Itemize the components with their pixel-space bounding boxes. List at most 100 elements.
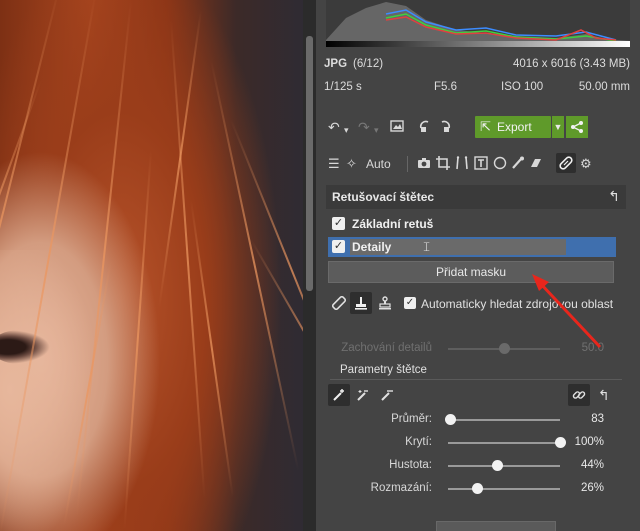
detail-preservation-label: Zachování detailů <box>341 342 432 354</box>
eraser-icon[interactable] <box>331 295 347 313</box>
slider-value: 26% <box>580 482 604 494</box>
slider-track[interactable] <box>448 488 560 490</box>
slider-value: 83 <box>591 413 604 425</box>
add-mask-button[interactable]: Přidat masku <box>328 261 614 283</box>
brush-types-row: ↰ <box>326 384 626 408</box>
text-tool-icon[interactable] <box>474 156 488 173</box>
redo-dropdown-icon[interactable]: ▾ <box>374 122 379 138</box>
exif-row: 1/125 s F5.6 ISO 100 50.00 mm <box>324 81 630 97</box>
heal-stamp-icon[interactable] <box>378 296 392 313</box>
mask-basic-checkbox[interactable]: ✓ <box>332 217 345 230</box>
detail-preservation-slider[interactable]: Zachování detailů 50.0 <box>326 340 626 358</box>
file-info-row: JPG (6/12) 4016 x 6016 (3.43 MB) <box>324 58 630 74</box>
mask-basic-label: Základní retuš <box>352 217 434 231</box>
slider-label: Krytí: <box>405 436 432 448</box>
slider-knob[interactable] <box>492 460 504 471</box>
slider-label: Hustota: <box>389 459 432 471</box>
settings-gear-icon[interactable]: ⚙ <box>580 156 592 172</box>
divider <box>330 379 622 380</box>
slider-label: Rozmazání: <box>370 482 432 494</box>
share-button[interactable] <box>566 116 588 138</box>
adjustments-icon[interactable]: ☰ <box>328 156 340 172</box>
text-cursor-icon: 𝙸 <box>422 239 432 254</box>
mask-item-basic[interactable]: ✓ Základní retuš <box>328 214 616 234</box>
rotate-right-icon[interactable] <box>437 119 451 136</box>
export-label: Export <box>497 120 532 134</box>
hair-strand <box>123 150 152 530</box>
hair-strand <box>230 119 303 426</box>
brush-param-slider[interactable]: Rozmazání: 26% <box>326 480 626 498</box>
mask-item-details[interactable]: ✓ Detaily 𝙸 <box>328 237 616 257</box>
crop-icon[interactable] <box>436 156 450 173</box>
clone-stamp-icon[interactable] <box>354 296 368 313</box>
brush-param-slider[interactable]: Krytí: 100% <box>326 434 626 452</box>
photo-preview[interactable] <box>0 0 303 531</box>
exif-iso: ISO 100 <box>501 81 544 93</box>
export-dropdown-button[interactable]: ▼ <box>552 116 564 138</box>
brush-subtract-icon[interactable] <box>356 388 370 405</box>
photo-skin-area <box>0 250 90 531</box>
brush-add-icon[interactable] <box>332 388 346 405</box>
tool-strip: ☰ ✧ Auto ⚙ <box>324 153 634 175</box>
main-toolbar: ↶ ▾ ↷ ▾ ⇱ Export ▼ <box>324 116 634 138</box>
bottom-panel-button[interactable] <box>436 521 556 531</box>
file-dimensions: 4016 x 6016 (3.43 MB) <box>513 58 630 70</box>
slider-knob[interactable] <box>445 414 457 425</box>
slider-track[interactable] <box>448 465 560 467</box>
histogram <box>326 0 630 46</box>
retouch-brush-icon[interactable] <box>559 156 573 173</box>
auto-source-label: Automaticky hledat zdrojovou oblast <box>421 297 614 311</box>
link-params-icon[interactable] <box>568 384 590 406</box>
mask-details-label: Detaily <box>352 240 392 254</box>
radial-filter-icon[interactable] <box>493 156 507 173</box>
brush-param-slider[interactable]: Průměr: 83 <box>326 411 626 429</box>
retouch-section-header[interactable]: Retušovací štětec ↰ <box>326 185 626 209</box>
slider-value: 44% <box>580 459 604 471</box>
perspective-icon[interactable] <box>455 156 469 173</box>
redo-icon[interactable]: ↷ <box>358 119 370 135</box>
exif-aperture: F5.6 <box>434 81 458 93</box>
brush-param-slider[interactable]: Hustota: 44% <box>326 457 626 475</box>
hair-strand <box>190 199 234 498</box>
hair-strand <box>158 10 202 308</box>
exif-focal-length: 50.00 mm <box>578 81 630 93</box>
brush-smooth-icon[interactable] <box>380 388 394 405</box>
retouch-section-title: Retušovací štětec <box>332 190 435 204</box>
slider-knob[interactable] <box>472 483 484 494</box>
share-icon <box>571 121 583 133</box>
rotate-left-icon[interactable] <box>419 119 433 136</box>
photo-scrollbar[interactable] <box>303 0 316 531</box>
brush-params-reset-icon[interactable]: ↰ <box>598 387 610 404</box>
brush-mode-row: ✓ Automaticky hledat zdrojovou oblast <box>328 292 628 316</box>
retouch-reset-icon[interactable]: ↰ <box>608 188 620 205</box>
histogram-tone-scale <box>326 41 630 47</box>
auto-source-checkbox[interactable]: ✓ <box>404 297 416 309</box>
file-format: JPG <box>324 58 348 70</box>
mask-details-checkbox[interactable]: ✓ <box>332 240 345 253</box>
export-icon: ⇱ <box>480 119 491 134</box>
gradient-filter-icon[interactable] <box>529 156 543 173</box>
compare-icon[interactable] <box>390 119 404 136</box>
brush-icon[interactable] <box>511 156 525 173</box>
tool-separator <box>407 156 408 172</box>
camera-icon[interactable] <box>417 156 431 173</box>
hair-strand <box>210 59 300 471</box>
hair-strand <box>250 239 303 457</box>
brush-params-header: Parametry štětce <box>326 362 626 380</box>
undo-dropdown-icon[interactable]: ▾ <box>344 122 349 138</box>
detail-preservation-value: 50.0 <box>581 342 604 354</box>
export-button[interactable]: ⇱ Export <box>475 116 551 138</box>
auto-button[interactable]: Auto <box>366 157 391 171</box>
scrollbar-thumb[interactable] <box>306 36 313 291</box>
side-panel: JPG (6/12) 4016 x 6016 (3.43 MB) 1/125 s… <box>316 0 640 531</box>
magic-wand-icon[interactable]: ✧ <box>346 156 357 172</box>
slider-label: Průměr: <box>391 413 432 425</box>
slider-track[interactable] <box>448 419 560 421</box>
slider-value: 100% <box>574 436 604 448</box>
slider-knob[interactable] <box>555 437 566 448</box>
exif-shutter: 1/125 s <box>324 81 362 93</box>
slider-track[interactable] <box>448 442 560 444</box>
file-index: (6/12) <box>353 58 384 70</box>
undo-icon[interactable]: ↶ <box>328 119 340 135</box>
slider-knob[interactable] <box>499 343 510 354</box>
